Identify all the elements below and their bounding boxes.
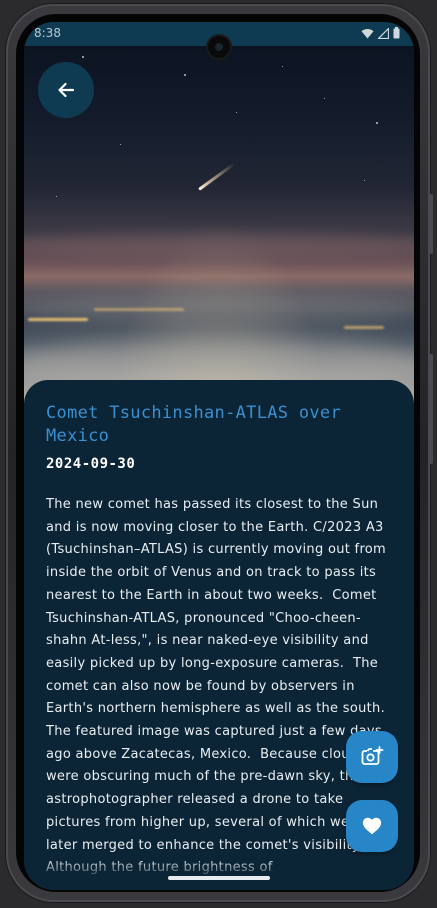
city-lights (94, 308, 184, 311)
city-lights (344, 326, 384, 329)
star (376, 122, 378, 124)
star (56, 196, 57, 197)
star (236, 112, 237, 113)
volume-button (429, 354, 433, 464)
star (184, 74, 186, 76)
status-time: 8:38 (34, 26, 61, 40)
star (324, 98, 325, 99)
star (364, 180, 365, 181)
front-camera (208, 36, 230, 58)
apod-title: Comet Tsuchinshan-ATLAS over Mexico (46, 403, 341, 446)
heart-icon (362, 817, 382, 835)
apod-date: 2024-09-30 (46, 456, 136, 472)
comet (198, 162, 236, 191)
cloud-band (24, 232, 414, 258)
set-wallpaper-button[interactable] (346, 731, 398, 783)
status-icons (361, 27, 400, 39)
add-photo-icon (361, 746, 384, 765)
signal-icon (378, 27, 389, 39)
bottom-fade (24, 858, 414, 890)
city-lights (28, 318, 88, 321)
wifi-icon (361, 28, 374, 38)
favorite-button[interactable] (346, 800, 398, 852)
arrow-left-icon (58, 82, 75, 98)
star (82, 56, 84, 58)
back-button[interactable] (38, 62, 94, 118)
star (120, 144, 121, 145)
power-button (429, 194, 433, 254)
battery-icon (393, 27, 400, 39)
star (282, 66, 283, 67)
apod-description: The new comet has passed its closest to … (46, 497, 387, 875)
home-indicator[interactable] (168, 876, 270, 880)
screen: 8:38 Comet Tsuchinshan-ATLAS over Mexico… (24, 22, 414, 890)
